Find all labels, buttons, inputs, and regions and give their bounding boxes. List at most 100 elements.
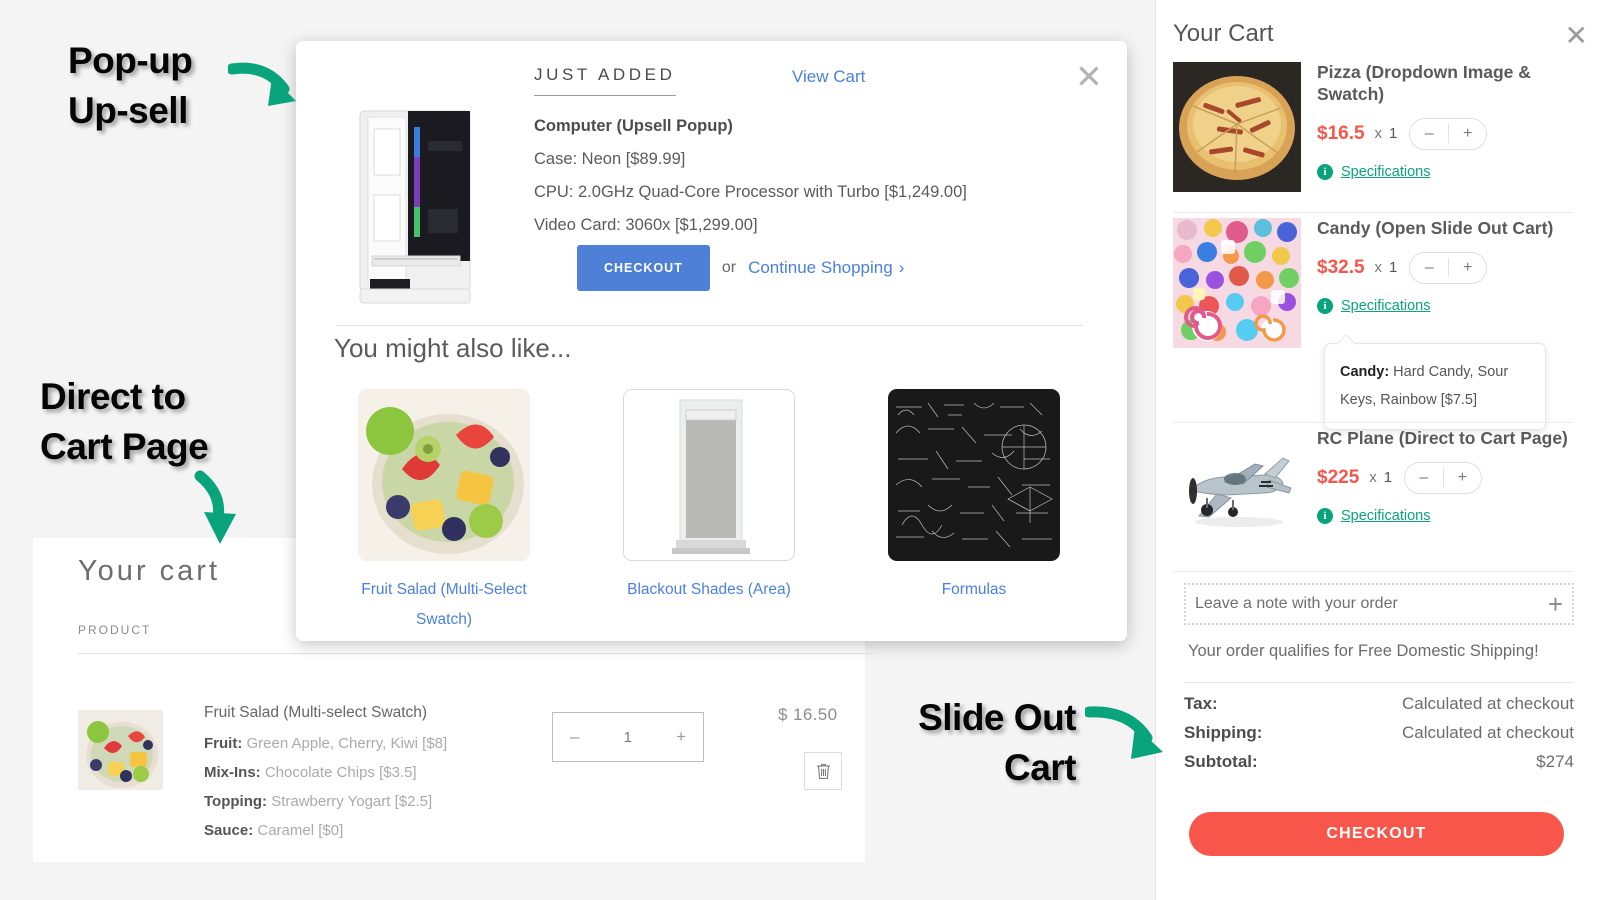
- slide-out-cart-title: Your Cart: [1173, 20, 1274, 47]
- recommendation-label[interactable]: Formulas: [864, 575, 1084, 605]
- order-totals: Tax: Calculated at checkout Shipping: Ca…: [1184, 694, 1574, 781]
- upsell-option-video-card: Video Card: 3060x [$1,299.00]: [534, 216, 758, 234]
- cart-page-option: Fruit: Green Apple, Cherry, Kiwi [$8]: [204, 735, 574, 752]
- upsell-product-title: Computer (Upsell Popup): [534, 117, 733, 135]
- recommendation-label[interactable]: Fruit Salad (Multi-Select Swatch): [334, 575, 554, 635]
- cart-item-divider: [1173, 422, 1573, 423]
- order-note-field[interactable]: Leave a note with your order +: [1184, 583, 1574, 625]
- subtotal-label: Subtotal:: [1184, 752, 1258, 771]
- screenshot-root: Your cart PRODUCT Fruit Salad (Multi-sel…: [0, 0, 1600, 900]
- cart-page-option-label: Mix-Ins:: [204, 764, 261, 781]
- cart-page-option: Topping: Strawberry Yogart [$2.5]: [204, 793, 574, 810]
- cart-item-price-row: $225 x 1 – +: [1317, 461, 1577, 494]
- cart-page-option: Mix-Ins: Chocolate Chips [$3.5]: [204, 764, 574, 781]
- recommendation-card[interactable]: Blackout Shades (Area): [599, 389, 819, 635]
- upsell-product-details: Computer (Upsell Popup) Case: Neon [$89.…: [534, 117, 1094, 249]
- cart-page-option-label: Topping:: [204, 793, 268, 810]
- quantity-increment-button[interactable]: +: [1449, 125, 1487, 143]
- quantity-decrement-button[interactable]: –: [570, 727, 579, 747]
- quantity-decrement-button[interactable]: –: [1410, 259, 1448, 277]
- continue-shopping-link[interactable]: Continue Shopping ›: [748, 258, 904, 278]
- cart-item-quantity: 1: [1389, 125, 1398, 143]
- cart-page-quantity-stepper[interactable]: – 1 +: [552, 712, 704, 762]
- specifications-link[interactable]: Specifications: [1341, 298, 1430, 314]
- quantity-decrement-button[interactable]: –: [1405, 469, 1443, 487]
- continue-shopping-label: Continue Shopping: [748, 258, 893, 277]
- rc-plane-image[interactable]: [1173, 428, 1301, 558]
- specifications-link[interactable]: Specifications: [1341, 164, 1430, 180]
- cart-page-option-label: Sauce:: [204, 822, 254, 839]
- popup-checkout-button[interactable]: CHECKOUT: [577, 245, 710, 291]
- shipping-label: Shipping:: [1184, 723, 1263, 742]
- tax-value: Calculated at checkout: [1402, 694, 1574, 713]
- just-added-heading: JUST ADDED: [534, 65, 676, 96]
- cart-item-price: $32.5: [1317, 256, 1365, 278]
- annotation-slide-out-cart: Slide Out Cart: [918, 697, 1076, 789]
- cart-page-product-info: Fruit Salad (Multi-select Swatch) Fruit:…: [204, 704, 574, 851]
- cart-item-specifications[interactable]: i Specifications: [1317, 507, 1577, 524]
- cart-page-title: Your cart: [78, 555, 220, 587]
- recommendations-row: Fruit Salad (Multi-Select Swatch) Blacko…: [334, 389, 1084, 635]
- cart-item-price: $16.5: [1317, 122, 1365, 144]
- recommendation-card[interactable]: Fruit Salad (Multi-Select Swatch): [334, 389, 554, 635]
- close-icon[interactable]: ✕: [1565, 22, 1588, 50]
- cart-item-specifications[interactable]: i Specifications: [1317, 297, 1577, 314]
- specifications-link[interactable]: Specifications: [1341, 508, 1430, 524]
- free-shipping-message: Your order qualifies for Free Domestic S…: [1188, 642, 1539, 660]
- slide-out-checkout-button[interactable]: CHECKOUT: [1189, 812, 1564, 856]
- quantity-increment-button[interactable]: +: [1449, 259, 1487, 277]
- cart-item-price-row: $16.5 x 1 – +: [1317, 117, 1577, 150]
- view-cart-link[interactable]: View Cart: [792, 67, 865, 87]
- multiply-symbol: x: [1374, 125, 1383, 143]
- cart-page-option-value: Green Apple, Cherry, Kiwi [$8]: [246, 735, 448, 752]
- cart-page-remove-button[interactable]: [804, 752, 842, 790]
- cart-item-quantity-stepper[interactable]: – +: [1409, 251, 1488, 284]
- order-note-placeholder: Leave a note with your order: [1195, 595, 1398, 612]
- candy-image[interactable]: [1173, 218, 1301, 348]
- quantity-value[interactable]: 1: [624, 729, 632, 746]
- totals-row-tax: Tax: Calculated at checkout: [1184, 694, 1574, 714]
- fruit-salad-image[interactable]: [358, 389, 530, 561]
- cart-page-product-thumbnail[interactable]: [78, 710, 163, 790]
- cart-item-quantity-stepper[interactable]: – +: [1404, 461, 1483, 494]
- totals-row-subtotal: Subtotal: $274: [1184, 752, 1574, 772]
- info-icon: i: [1317, 297, 1333, 314]
- upsell-popup-dialog: ✕ JUST ADDED View Cart Computer (Upsell …: [296, 41, 1127, 641]
- totals-divider: [1184, 682, 1574, 683]
- close-icon[interactable]: ✕: [1072, 59, 1106, 93]
- cart-item-specifications[interactable]: i Specifications: [1317, 163, 1577, 180]
- cart-page-line-price: $ 16.50: [778, 705, 838, 724]
- plus-icon[interactable]: +: [1548, 589, 1563, 620]
- cart-page-option-value: Chocolate Chips [$3.5]: [264, 764, 417, 781]
- upsell-option-cpu: CPU: 2.0GHz Quad-Core Processor with Tur…: [534, 183, 967, 201]
- cart-item-name: RC Plane (Direct to Cart Page): [1317, 428, 1568, 448]
- totals-row-shipping: Shipping: Calculated at checkout: [1184, 723, 1574, 743]
- quantity-decrement-button[interactable]: –: [1410, 125, 1448, 143]
- cart-item-quantity-stepper[interactable]: – +: [1409, 117, 1488, 150]
- recommendation-card[interactable]: Formulas: [864, 389, 1084, 635]
- upsell-actions: CHECKOUT or Continue Shopping ›: [577, 245, 904, 291]
- cart-page-option-value: Caramel [$0]: [257, 822, 344, 839]
- recommendation-label[interactable]: Blackout Shades (Area): [599, 575, 819, 605]
- quantity-increment-button[interactable]: +: [1444, 469, 1482, 487]
- formulas-image[interactable]: [888, 389, 1060, 561]
- or-label: or: [721, 259, 737, 276]
- cart-item-price: $225: [1317, 466, 1360, 488]
- quantity-increment-button[interactable]: +: [676, 727, 686, 747]
- cart-item-quantity: 1: [1383, 469, 1393, 487]
- trash-icon: [816, 763, 830, 779]
- annotation-arrow-popup: [228, 62, 296, 106]
- subtotal-value: $274: [1536, 752, 1574, 771]
- popup-divider: [336, 325, 1083, 326]
- blackout-shades-image[interactable]: [623, 389, 795, 561]
- annotation-popup-upsell: Pop-up Up-sell: [68, 40, 193, 132]
- cart-page-option-label: Fruit:: [204, 735, 243, 752]
- upsell-product-image: [350, 91, 490, 306]
- cart-items-divider: [1173, 571, 1573, 572]
- cart-item-price-row: $32.5 x 1 – +: [1317, 251, 1577, 284]
- chevron-right-icon: ›: [898, 258, 905, 277]
- cart-item-name: Pizza (Dropdown Image & Swatch): [1317, 62, 1531, 104]
- cart-page-option: Sauce: Caramel [$0]: [204, 822, 574, 839]
- specifications-tooltip: Candy: Hard Candy, Sour Keys, Rainbow [$…: [1324, 343, 1546, 430]
- pizza-image[interactable]: [1173, 62, 1301, 192]
